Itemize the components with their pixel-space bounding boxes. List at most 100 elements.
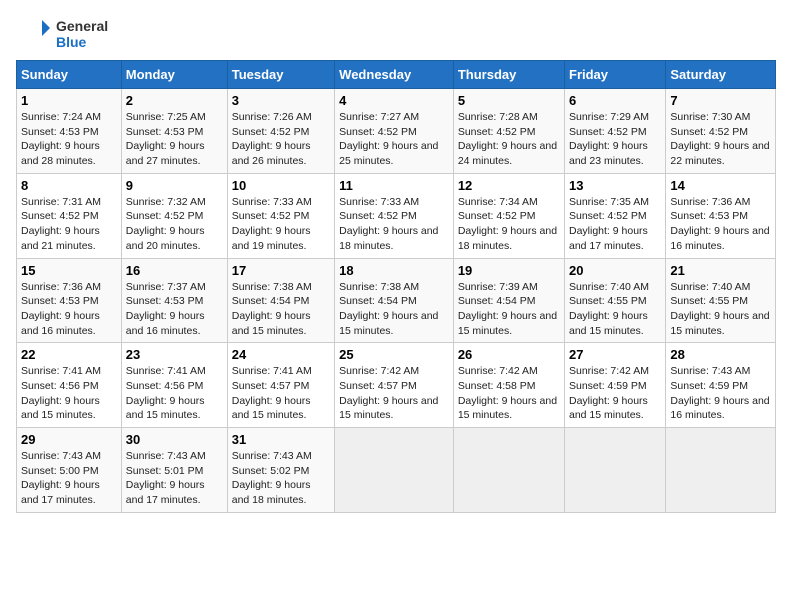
day-info: Sunrise: 7:41 AMSunset: 4:56 PMDaylight:…	[126, 365, 206, 421]
calendar-day-cell: 21 Sunrise: 7:40 AMSunset: 4:55 PMDaylig…	[666, 258, 776, 343]
day-number: 1	[21, 93, 117, 108]
day-number: 16	[126, 263, 223, 278]
day-number: 29	[21, 432, 117, 447]
day-info: Sunrise: 7:43 AMSunset: 5:01 PMDaylight:…	[126, 450, 206, 506]
calendar-day-cell: 6 Sunrise: 7:29 AMSunset: 4:52 PMDayligh…	[565, 89, 666, 174]
calendar-day-header: Monday	[121, 61, 227, 89]
day-number: 8	[21, 178, 117, 193]
day-number: 28	[670, 347, 771, 362]
day-number: 2	[126, 93, 223, 108]
day-number: 24	[232, 347, 330, 362]
day-info: Sunrise: 7:26 AMSunset: 4:52 PMDaylight:…	[232, 111, 312, 167]
calendar-week-row: 29 Sunrise: 7:43 AMSunset: 5:00 PMDaylig…	[17, 428, 776, 513]
day-number: 7	[670, 93, 771, 108]
day-number: 3	[232, 93, 330, 108]
logo-line2: Blue	[56, 34, 108, 50]
day-info: Sunrise: 7:27 AMSunset: 4:52 PMDaylight:…	[339, 111, 438, 167]
day-number: 20	[569, 263, 661, 278]
calendar-week-row: 15 Sunrise: 7:36 AMSunset: 4:53 PMDaylig…	[17, 258, 776, 343]
calendar-day-cell: 12 Sunrise: 7:34 AMSunset: 4:52 PMDaylig…	[453, 173, 564, 258]
day-info: Sunrise: 7:38 AMSunset: 4:54 PMDaylight:…	[339, 281, 438, 337]
calendar-day-cell: 25 Sunrise: 7:42 AMSunset: 4:57 PMDaylig…	[335, 343, 454, 428]
day-info: Sunrise: 7:42 AMSunset: 4:57 PMDaylight:…	[339, 365, 438, 421]
calendar-day-cell: 1 Sunrise: 7:24 AMSunset: 4:53 PMDayligh…	[17, 89, 122, 174]
calendar-day-cell: 28 Sunrise: 7:43 AMSunset: 4:59 PMDaylig…	[666, 343, 776, 428]
day-number: 17	[232, 263, 330, 278]
day-number: 18	[339, 263, 449, 278]
day-info: Sunrise: 7:32 AMSunset: 4:52 PMDaylight:…	[126, 196, 206, 252]
calendar-week-row: 1 Sunrise: 7:24 AMSunset: 4:53 PMDayligh…	[17, 89, 776, 174]
day-info: Sunrise: 7:31 AMSunset: 4:52 PMDaylight:…	[21, 196, 101, 252]
calendar-day-header: Tuesday	[227, 61, 334, 89]
day-info: Sunrise: 7:41 AMSunset: 4:56 PMDaylight:…	[21, 365, 101, 421]
day-number: 10	[232, 178, 330, 193]
day-info: Sunrise: 7:24 AMSunset: 4:53 PMDaylight:…	[21, 111, 101, 167]
calendar-day-cell: 18 Sunrise: 7:38 AMSunset: 4:54 PMDaylig…	[335, 258, 454, 343]
day-info: Sunrise: 7:42 AMSunset: 4:59 PMDaylight:…	[569, 365, 649, 421]
day-info: Sunrise: 7:30 AMSunset: 4:52 PMDaylight:…	[670, 111, 769, 167]
day-info: Sunrise: 7:40 AMSunset: 4:55 PMDaylight:…	[569, 281, 649, 337]
day-number: 22	[21, 347, 117, 362]
day-number: 21	[670, 263, 771, 278]
day-number: 15	[21, 263, 117, 278]
calendar-day-cell: 11 Sunrise: 7:33 AMSunset: 4:52 PMDaylig…	[335, 173, 454, 258]
day-info: Sunrise: 7:43 AMSunset: 5:02 PMDaylight:…	[232, 450, 312, 506]
calendar-day-cell	[453, 428, 564, 513]
calendar-day-cell: 7 Sunrise: 7:30 AMSunset: 4:52 PMDayligh…	[666, 89, 776, 174]
calendar-day-cell: 10 Sunrise: 7:33 AMSunset: 4:52 PMDaylig…	[227, 173, 334, 258]
calendar-body: 1 Sunrise: 7:24 AMSunset: 4:53 PMDayligh…	[17, 89, 776, 513]
day-info: Sunrise: 7:36 AMSunset: 4:53 PMDaylight:…	[21, 281, 101, 337]
calendar-day-cell: 5 Sunrise: 7:28 AMSunset: 4:52 PMDayligh…	[453, 89, 564, 174]
calendar-day-cell	[335, 428, 454, 513]
day-number: 26	[458, 347, 560, 362]
calendar-day-header: Wednesday	[335, 61, 454, 89]
calendar-day-cell: 9 Sunrise: 7:32 AMSunset: 4:52 PMDayligh…	[121, 173, 227, 258]
calendar-day-cell: 15 Sunrise: 7:36 AMSunset: 4:53 PMDaylig…	[17, 258, 122, 343]
logo-line1: General	[56, 18, 108, 34]
day-info: Sunrise: 7:25 AMSunset: 4:53 PMDaylight:…	[126, 111, 206, 167]
calendar-week-row: 8 Sunrise: 7:31 AMSunset: 4:52 PMDayligh…	[17, 173, 776, 258]
calendar-day-cell	[666, 428, 776, 513]
day-number: 6	[569, 93, 661, 108]
calendar-day-cell: 31 Sunrise: 7:43 AMSunset: 5:02 PMDaylig…	[227, 428, 334, 513]
header: General Blue	[16, 16, 776, 52]
calendar-day-header: Thursday	[453, 61, 564, 89]
day-number: 31	[232, 432, 330, 447]
day-info: Sunrise: 7:40 AMSunset: 4:55 PMDaylight:…	[670, 281, 769, 337]
day-number: 30	[126, 432, 223, 447]
day-info: Sunrise: 7:29 AMSunset: 4:52 PMDaylight:…	[569, 111, 649, 167]
day-number: 5	[458, 93, 560, 108]
calendar-day-cell: 3 Sunrise: 7:26 AMSunset: 4:52 PMDayligh…	[227, 89, 334, 174]
calendar-day-cell: 17 Sunrise: 7:38 AMSunset: 4:54 PMDaylig…	[227, 258, 334, 343]
calendar-day-cell: 30 Sunrise: 7:43 AMSunset: 5:01 PMDaylig…	[121, 428, 227, 513]
day-number: 27	[569, 347, 661, 362]
day-info: Sunrise: 7:42 AMSunset: 4:58 PMDaylight:…	[458, 365, 557, 421]
day-info: Sunrise: 7:39 AMSunset: 4:54 PMDaylight:…	[458, 281, 557, 337]
calendar-day-cell: 14 Sunrise: 7:36 AMSunset: 4:53 PMDaylig…	[666, 173, 776, 258]
day-info: Sunrise: 7:43 AMSunset: 5:00 PMDaylight:…	[21, 450, 101, 506]
day-info: Sunrise: 7:41 AMSunset: 4:57 PMDaylight:…	[232, 365, 312, 421]
calendar-day-header: Saturday	[666, 61, 776, 89]
logo-icon	[16, 16, 52, 52]
calendar-day-cell: 13 Sunrise: 7:35 AMSunset: 4:52 PMDaylig…	[565, 173, 666, 258]
calendar-day-header: Sunday	[17, 61, 122, 89]
calendar-day-cell: 29 Sunrise: 7:43 AMSunset: 5:00 PMDaylig…	[17, 428, 122, 513]
day-info: Sunrise: 7:28 AMSunset: 4:52 PMDaylight:…	[458, 111, 557, 167]
day-info: Sunrise: 7:36 AMSunset: 4:53 PMDaylight:…	[670, 196, 769, 252]
calendar-header-row: SundayMondayTuesdayWednesdayThursdayFrid…	[17, 61, 776, 89]
calendar-table: SundayMondayTuesdayWednesdayThursdayFrid…	[16, 60, 776, 513]
day-info: Sunrise: 7:38 AMSunset: 4:54 PMDaylight:…	[232, 281, 312, 337]
day-info: Sunrise: 7:34 AMSunset: 4:52 PMDaylight:…	[458, 196, 557, 252]
calendar-day-cell: 19 Sunrise: 7:39 AMSunset: 4:54 PMDaylig…	[453, 258, 564, 343]
calendar-day-cell: 27 Sunrise: 7:42 AMSunset: 4:59 PMDaylig…	[565, 343, 666, 428]
calendar-week-row: 22 Sunrise: 7:41 AMSunset: 4:56 PMDaylig…	[17, 343, 776, 428]
calendar-day-cell: 23 Sunrise: 7:41 AMSunset: 4:56 PMDaylig…	[121, 343, 227, 428]
calendar-day-cell	[565, 428, 666, 513]
day-info: Sunrise: 7:35 AMSunset: 4:52 PMDaylight:…	[569, 196, 649, 252]
day-number: 14	[670, 178, 771, 193]
day-number: 11	[339, 178, 449, 193]
calendar-day-cell: 8 Sunrise: 7:31 AMSunset: 4:52 PMDayligh…	[17, 173, 122, 258]
logo: General Blue	[16, 16, 108, 52]
day-number: 25	[339, 347, 449, 362]
calendar-day-cell: 22 Sunrise: 7:41 AMSunset: 4:56 PMDaylig…	[17, 343, 122, 428]
